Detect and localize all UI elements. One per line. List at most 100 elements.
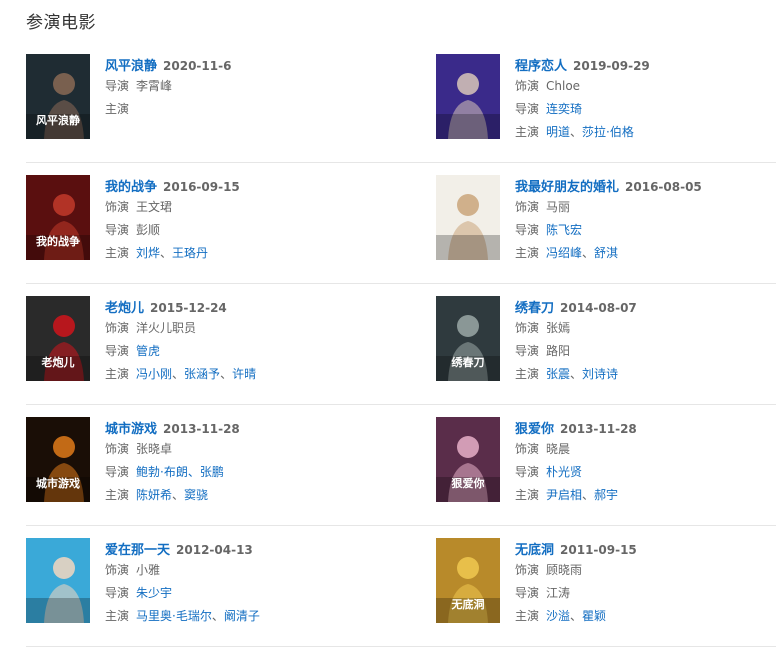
movie-poster[interactable]: 绣春刀 bbox=[436, 296, 500, 381]
cast-member-link[interactable]: 莎拉·伯格 bbox=[582, 125, 634, 139]
movie-info: 无底洞 2011-09-15 饰演 顾晓雨 导演 江涛 主演 沙溢、瞿颖 bbox=[515, 539, 637, 628]
movie-poster-laopaoer-icon: 老炮儿 bbox=[26, 296, 90, 381]
director-name[interactable]: 管虎 bbox=[136, 344, 160, 358]
movie-title-link[interactable]: 爱在那一天 bbox=[105, 543, 170, 558]
cast-member-link[interactable]: 刘诗诗 bbox=[582, 367, 618, 381]
director-name[interactable]: 朴光贤 bbox=[546, 465, 582, 479]
movie-title-row: 老炮儿 2015-12-24 bbox=[105, 297, 256, 317]
movie-title-row: 我的战争 2016-09-15 bbox=[105, 176, 240, 196]
movie-poster[interactable] bbox=[436, 54, 500, 139]
cast-row: 主演 张震、刘诗诗 bbox=[515, 363, 637, 386]
cast-member-link[interactable]: 王珞丹 bbox=[172, 246, 208, 260]
director-name[interactable]: 陈飞宏 bbox=[546, 223, 582, 237]
cast-separator: 、 bbox=[172, 367, 185, 381]
movie-poster[interactable]: 城市游戏 bbox=[26, 417, 90, 502]
director-row: 导演 江涛 bbox=[515, 582, 637, 605]
director-name[interactable]: 连奕琦 bbox=[546, 102, 582, 116]
cast-member-link[interactable]: 陈妍希 bbox=[136, 488, 172, 502]
director-label: 导演 bbox=[105, 465, 130, 479]
director-row: 导演 管虎 bbox=[105, 340, 256, 363]
cast-label: 主演 bbox=[105, 367, 130, 381]
role-row: 饰演 洋火儿职员 bbox=[105, 317, 256, 340]
movie-poster[interactable]: 风平浪静 bbox=[26, 54, 90, 139]
movie-release-date: 2014-08-07 bbox=[560, 301, 637, 315]
movie-info: 绣春刀 2014-08-07 饰演 张嫣 导演 路阳 主演 张震、刘诗诗 bbox=[515, 297, 637, 386]
section-title: 参演电影 bbox=[26, 13, 96, 33]
role-value: 小雅 bbox=[136, 563, 161, 577]
cast-member-link[interactable]: 郝宇 bbox=[594, 488, 618, 502]
director-label: 导演 bbox=[515, 102, 540, 116]
director-row: 导演 鲍勃·布朗、张鹏 bbox=[105, 461, 240, 484]
svg-text:无底洞: 无底洞 bbox=[451, 597, 485, 611]
movie-poster-xiuchundao-icon: 绣春刀 bbox=[436, 296, 500, 381]
director-name: 彭顺 bbox=[136, 223, 161, 237]
role-row: 饰演 王文珺 bbox=[105, 196, 240, 219]
cast-separator: 、 bbox=[211, 609, 224, 623]
cast-row: 主演 沙溢、瞿颖 bbox=[515, 605, 637, 628]
cast-separator: 、 bbox=[570, 125, 583, 139]
role-label: 饰演 bbox=[105, 200, 130, 214]
svg-text:绣春刀: 绣春刀 bbox=[451, 355, 485, 369]
cast-row: 主演 冯小刚、张涵予、许晴 bbox=[105, 363, 256, 386]
director-row: 导演 李霄峰 bbox=[105, 75, 231, 98]
movie-poster[interactable]: 老炮儿 bbox=[26, 296, 90, 381]
cast-member-link[interactable]: 冯小刚 bbox=[136, 367, 172, 381]
director-name[interactable]: 朱少宇 bbox=[136, 586, 172, 600]
movie-release-date: 2016-09-15 bbox=[163, 180, 240, 194]
movie-title-link[interactable]: 狠爱你 bbox=[515, 422, 554, 437]
cast-member-link[interactable]: 刘烨 bbox=[136, 246, 160, 260]
role-label: 饰演 bbox=[515, 321, 540, 335]
cast-member-link[interactable]: 阚清子 bbox=[224, 609, 260, 623]
movie-title-link[interactable]: 我的战争 bbox=[105, 180, 157, 195]
cast-label: 主演 bbox=[515, 125, 540, 139]
cast-label: 主演 bbox=[105, 488, 130, 502]
cast-member-link[interactable]: 张涵予 bbox=[184, 367, 220, 381]
movie-poster-aizainayitian-icon bbox=[26, 538, 90, 623]
cast-member-link[interactable]: 沙溢 bbox=[546, 609, 570, 623]
cast-member-link[interactable]: 冯绍峰 bbox=[546, 246, 582, 260]
movie-poster[interactable] bbox=[26, 538, 90, 623]
movie-poster-wozuihaopengyoudehunli-icon bbox=[436, 175, 500, 260]
movie-poster-wudidong-icon: 无底洞 bbox=[436, 538, 500, 623]
cast-member-link[interactable]: 马里奥·毛瑞尔 bbox=[136, 609, 212, 623]
movie-title-link[interactable]: 程序恋人 bbox=[515, 59, 567, 74]
cast-member-link[interactable]: 窦骁 bbox=[184, 488, 208, 502]
movie-title-row: 绣春刀 2014-08-07 bbox=[515, 297, 637, 317]
cast-member-link[interactable]: 张震 bbox=[546, 367, 570, 381]
role-label: 饰演 bbox=[515, 563, 540, 577]
cast-member-link[interactable]: 许晴 bbox=[232, 367, 256, 381]
movie-title-link[interactable]: 我最好朋友的婚礼 bbox=[515, 180, 619, 195]
director-label: 导演 bbox=[105, 223, 130, 237]
movie-poster[interactable] bbox=[436, 175, 500, 260]
role-value: 马丽 bbox=[546, 200, 571, 214]
cast-member-link[interactable]: 尹启相 bbox=[546, 488, 582, 502]
movie-poster[interactable]: 狠爱你 bbox=[436, 417, 500, 502]
movie-card: 绣春刀 绣春刀 2014-08-07 饰演 张嫣 导演 路阳 主演 张震、刘诗诗 bbox=[436, 284, 776, 405]
movie-title-row: 爱在那一天 2012-04-13 bbox=[105, 539, 260, 559]
cast-member-link[interactable]: 明道 bbox=[546, 125, 570, 139]
cast-row: 主演 马里奥·毛瑞尔、阚清子 bbox=[105, 605, 260, 628]
movie-title-row: 狠爱你 2013-11-28 bbox=[515, 418, 637, 438]
movie-card: 城市游戏 城市游戏 2013-11-28 饰演 张晓卓 导演 鲍勃·布朗、张鹏 主演 陈妍希、窦… bbox=[26, 405, 436, 526]
cast-row: 主演 bbox=[105, 98, 231, 121]
movie-poster[interactable]: 无底洞 bbox=[436, 538, 500, 623]
svg-text:老炮儿: 老炮儿 bbox=[41, 355, 75, 369]
director-name[interactable]: 鲍勃·布朗、张鹏 bbox=[136, 465, 224, 479]
movie-title-link[interactable]: 老炮儿 bbox=[105, 301, 144, 316]
cast-row: 主演 尹启相、郝宇 bbox=[515, 484, 637, 507]
svg-text:城市游戏: 城市游戏 bbox=[36, 476, 80, 490]
movie-title-link[interactable]: 绣春刀 bbox=[515, 301, 554, 316]
movie-title-link[interactable]: 风平浪静 bbox=[105, 59, 157, 74]
movie-release-date: 2012-04-13 bbox=[176, 543, 253, 557]
movie-info: 老炮儿 2015-12-24 饰演 洋火儿职员 导演 管虎 主演 冯小刚、张涵予、许晴 bbox=[105, 297, 256, 386]
cast-member-link[interactable]: 舒淇 bbox=[594, 246, 618, 260]
movie-title-row: 城市游戏 2013-11-28 bbox=[105, 418, 240, 438]
cast-member-link[interactable]: 瞿颖 bbox=[582, 609, 606, 623]
director-row: 导演 陈飞宏 bbox=[515, 219, 702, 242]
movie-title-link[interactable]: 无底洞 bbox=[515, 543, 554, 558]
role-label: 饰演 bbox=[105, 321, 130, 335]
role-row: 饰演 张嫣 bbox=[515, 317, 637, 340]
movie-title-link[interactable]: 城市游戏 bbox=[105, 422, 157, 437]
movie-poster[interactable]: 我的战争 bbox=[26, 175, 90, 260]
role-label: 饰演 bbox=[105, 442, 130, 456]
